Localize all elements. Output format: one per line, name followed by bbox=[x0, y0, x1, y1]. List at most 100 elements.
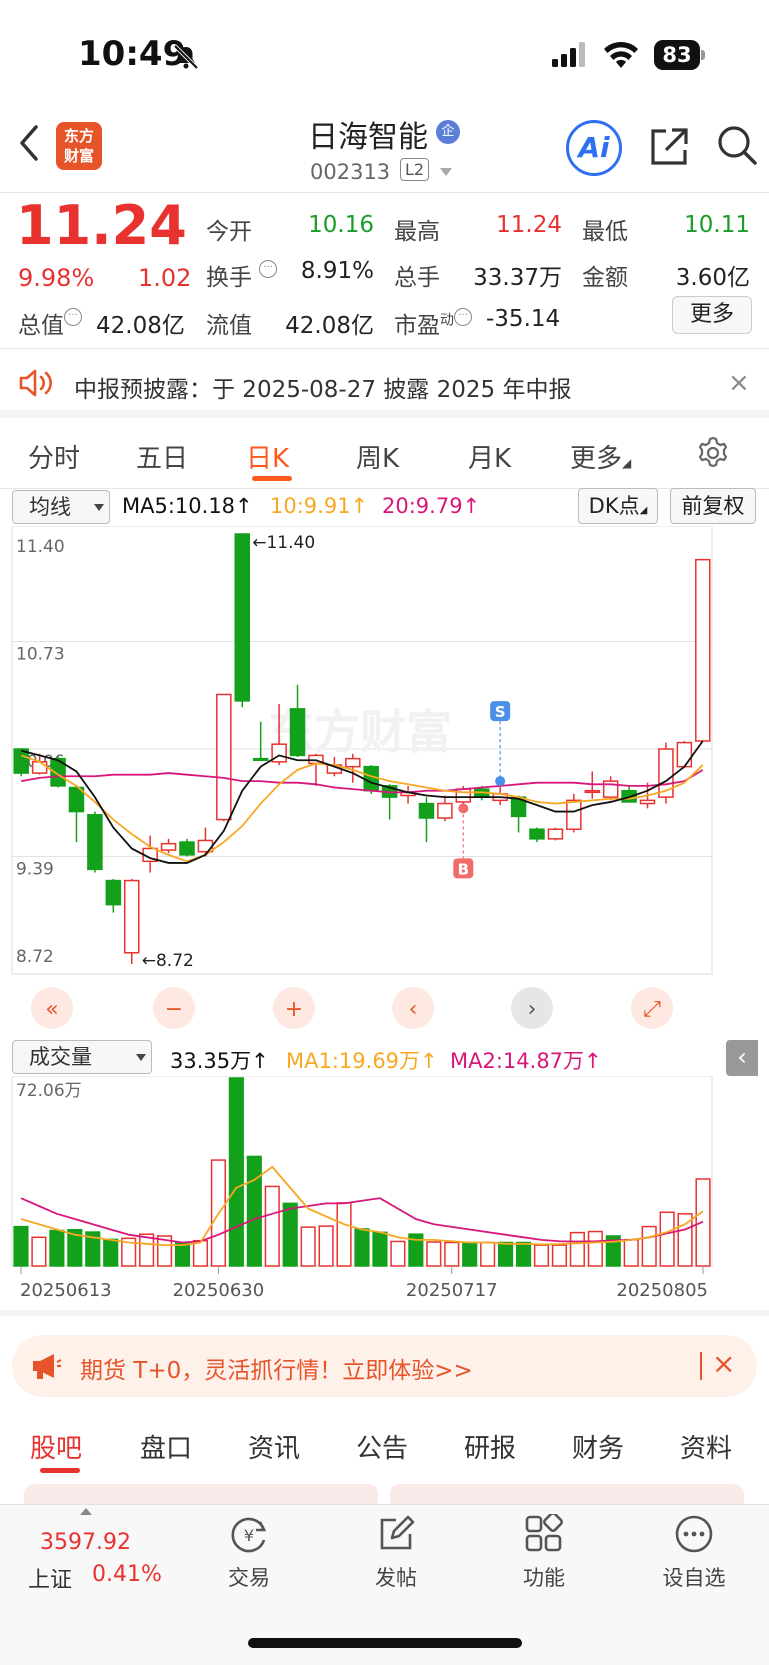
index-percent[interactable]: 0.41% bbox=[92, 1562, 162, 1587]
tab-pankou[interactable]: 盘口 bbox=[140, 1428, 192, 1465]
triangle-icon: ◢ bbox=[639, 505, 648, 516]
open-label: 今开 bbox=[206, 219, 252, 245]
info-icon[interactable]: ··· bbox=[64, 308, 82, 326]
candle-body bbox=[363, 765, 379, 792]
nav-trade[interactable]: 交易 bbox=[199, 1562, 299, 1592]
nav-function[interactable]: 功能 bbox=[494, 1562, 594, 1592]
chart-control-button[interactable]: › bbox=[511, 987, 553, 1029]
level2-badge[interactable]: L2 bbox=[400, 158, 430, 181]
more-dots-icon[interactable] bbox=[674, 1514, 714, 1554]
dk-point-button[interactable]: DK点◢ bbox=[578, 488, 658, 524]
triangle-icon: ◢ bbox=[622, 456, 632, 470]
pe-sup: 动 bbox=[440, 312, 454, 329]
candle-body bbox=[179, 841, 195, 856]
function-grid-icon[interactable] bbox=[524, 1514, 564, 1554]
back-arrow-icon[interactable] bbox=[18, 124, 40, 162]
tab-underline bbox=[40, 1468, 80, 1473]
tab-profile[interactable]: 资料 bbox=[680, 1428, 732, 1465]
control-icon: ⤢ bbox=[643, 997, 661, 1022]
volume-select[interactable]: 成交量 bbox=[12, 1040, 152, 1074]
volume-bar bbox=[515, 1241, 532, 1267]
chevron-down-icon bbox=[136, 1054, 146, 1061]
float-label: 流值 bbox=[206, 313, 252, 339]
more-button[interactable]: 更多 bbox=[672, 296, 752, 334]
ai-button[interactable]: Ai bbox=[566, 120, 622, 176]
tab-finance[interactable]: 财务 bbox=[572, 1428, 624, 1465]
volume-chart[interactable]: 72.06万 20250613 20250630 20250717 20250805 bbox=[0, 1076, 769, 1316]
eastmoney-logo[interactable]: 东方 财富 bbox=[56, 122, 102, 170]
volume-bar bbox=[372, 1231, 388, 1267]
volume-bar bbox=[354, 1228, 370, 1267]
volume-bar bbox=[264, 1185, 280, 1267]
volume-bar bbox=[569, 1231, 585, 1267]
tab-five-day[interactable]: 五日 bbox=[136, 438, 188, 475]
chevron-down-icon[interactable] bbox=[440, 168, 452, 176]
chart-control-button[interactable]: + bbox=[273, 987, 315, 1029]
candle-body bbox=[197, 839, 214, 853]
divider bbox=[0, 192, 769, 193]
chevron-up-icon[interactable] bbox=[80, 1508, 92, 1515]
change-amount: 1.02 bbox=[138, 264, 192, 292]
index-name[interactable]: 上证 bbox=[28, 1562, 72, 1594]
volume-bar bbox=[390, 1240, 406, 1267]
volume-label: 总手 bbox=[394, 265, 440, 291]
section-gap bbox=[0, 410, 769, 418]
tab-weekly-k[interactable]: 周K bbox=[356, 438, 399, 475]
tab-research[interactable]: 研报 bbox=[464, 1428, 516, 1465]
chart-control-button[interactable]: − bbox=[153, 987, 195, 1029]
control-icon: + bbox=[285, 997, 303, 1022]
volume-bar bbox=[659, 1211, 675, 1267]
adjust-button[interactable]: 前复权 bbox=[670, 488, 756, 524]
search-icon[interactable] bbox=[716, 124, 758, 166]
candle-body bbox=[437, 802, 453, 819]
turnover-value: 8.91% bbox=[300, 258, 374, 284]
banner-text[interactable]: 期货 T+0，灵活抓行情！立即体验>> bbox=[80, 1351, 473, 1385]
gear-icon[interactable] bbox=[696, 436, 730, 470]
candle-body bbox=[31, 761, 48, 774]
volume-bar bbox=[623, 1238, 639, 1267]
index-value[interactable]: 3597.92 bbox=[40, 1530, 131, 1555]
tab-guba[interactable]: 股吧 bbox=[30, 1428, 82, 1465]
collapse-tab[interactable]: ‹ bbox=[726, 1040, 758, 1076]
candle-body bbox=[160, 842, 177, 851]
candle-body bbox=[676, 741, 693, 768]
info-icon[interactable]: ··· bbox=[259, 260, 278, 278]
close-icon[interactable]: × bbox=[728, 368, 750, 398]
turnover-label: 换手 ··· bbox=[206, 258, 278, 292]
volume-bar bbox=[480, 1241, 496, 1267]
volume-bar bbox=[49, 1229, 65, 1267]
tab-daily-k[interactable]: 日K bbox=[246, 438, 289, 475]
marker-dot bbox=[495, 776, 506, 787]
chart-control-button[interactable]: ⤢ bbox=[631, 987, 673, 1029]
candle-body bbox=[289, 708, 306, 757]
tab-intraday[interactable]: 分时 bbox=[28, 438, 80, 475]
volume-select-label: 成交量 bbox=[29, 1045, 92, 1069]
share-icon[interactable] bbox=[648, 126, 690, 168]
chart-control-button[interactable]: ‹ bbox=[392, 987, 434, 1029]
tab-monthly-k[interactable]: 月K bbox=[468, 438, 511, 475]
stock-code: 002313 bbox=[310, 160, 391, 184]
chart-control-button[interactable]: « bbox=[31, 987, 73, 1029]
candle-body bbox=[345, 757, 361, 768]
ma5-line bbox=[20, 740, 704, 864]
tab-announcement[interactable]: 公告 bbox=[356, 1428, 408, 1465]
ma10-value: 10:9.91↑ bbox=[270, 494, 369, 518]
notice-text[interactable]: 中报预披露：于 2025-08-27 披露 2025 年中报 bbox=[74, 370, 571, 404]
buy-marker: B bbox=[458, 860, 469, 878]
volume-bar bbox=[462, 1241, 478, 1267]
tab-news[interactable]: 资讯 bbox=[248, 1428, 300, 1465]
trade-icon[interactable]: ¥ bbox=[228, 1514, 270, 1556]
volume-bar bbox=[246, 1155, 262, 1267]
tab-more[interactable]: 更多◢ bbox=[570, 438, 631, 475]
kline-chart[interactable]: 11.4010.7310.069.398.72东方财富←11.40←8.72SB… bbox=[0, 526, 769, 1040]
nav-post[interactable]: 发帖 bbox=[346, 1562, 446, 1592]
info-icon[interactable]: ··· bbox=[454, 308, 472, 326]
tab-more-label: 更多 bbox=[570, 444, 623, 474]
volume-bar bbox=[444, 1241, 460, 1267]
nav-watchlist[interactable]: 设自选 bbox=[644, 1562, 744, 1592]
signal-icon bbox=[552, 42, 585, 67]
post-icon[interactable] bbox=[376, 1514, 416, 1554]
volume-bar bbox=[13, 1225, 29, 1267]
low-value: 10.11 bbox=[684, 212, 750, 238]
close-icon[interactable]: × bbox=[712, 1347, 735, 1380]
